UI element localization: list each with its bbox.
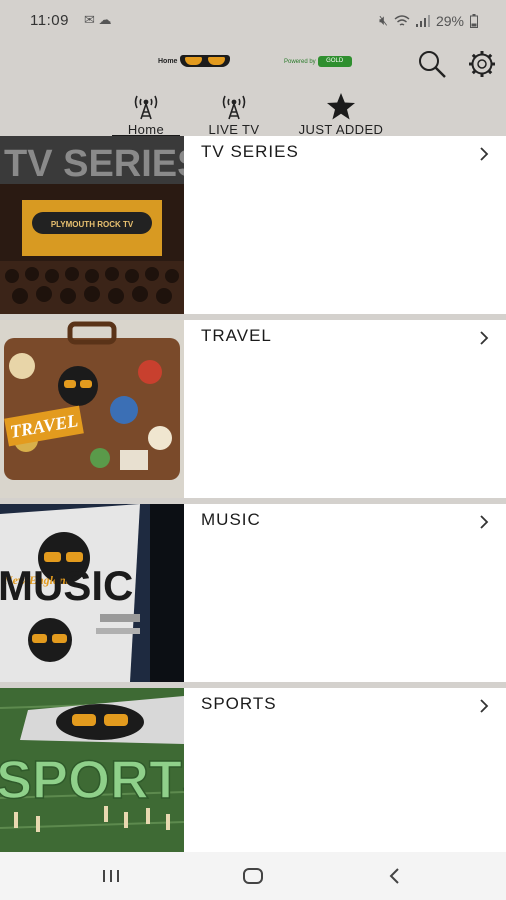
logo-text: Home (158, 57, 178, 65)
sunglasses-logo-icon (180, 55, 231, 67)
chevron-right-icon (480, 699, 489, 713)
sports-thumbnail: SPORTS (0, 688, 184, 854)
travel-thumbnail: TRAVEL (0, 320, 184, 498)
tab-just-added-label: JUST ADDED (298, 122, 384, 137)
category-title: TV SERIES (201, 142, 299, 161)
status-time: 11:09 (30, 12, 69, 29)
tab-home-label: Home (127, 122, 165, 137)
category-row-tv-series[interactable]: TV SERIES PLYMOUTH ROCK TV TV SERIES (0, 136, 506, 314)
music-thumbnail: New England MUSIC (0, 504, 184, 682)
category-row-travel[interactable]: TRAVEL TRAVEL (0, 320, 506, 498)
home-button[interactable] (238, 864, 268, 888)
gmail-icon: ✉ (84, 12, 95, 27)
antenna-icon (134, 95, 158, 120)
category-row-sports[interactable]: SPORTS SPORTS (0, 688, 506, 854)
recent-apps-icon (103, 870, 119, 882)
sponsor-text: Powered by (284, 58, 316, 65)
chevron-right-icon (480, 515, 489, 529)
settings-button[interactable] (466, 48, 498, 80)
tv-series-thumbnail: TV SERIES PLYMOUTH ROCK TV (0, 136, 184, 314)
battery-icon (470, 13, 478, 28)
sponsor-logo: Powered by GOLD (284, 56, 352, 67)
sports-thumb-text: SPORTS (0, 750, 184, 810)
sponsor-badge: GOLD (317, 56, 352, 67)
search-button[interactable] (416, 48, 448, 80)
search-icon (419, 51, 446, 78)
chevron-right-icon (480, 147, 489, 161)
gear-icon (469, 51, 495, 77)
app-logo: Home (158, 55, 231, 67)
category-row-music[interactable]: New England MUSIC MUSIC (0, 504, 506, 682)
tab-live-tv[interactable]: LIVE TV (206, 86, 262, 138)
system-nav-bar (0, 852, 506, 900)
chevron-right-icon (480, 331, 489, 345)
antenna-icon (222, 95, 246, 120)
wifi-icon (394, 14, 410, 26)
signal-icon (415, 14, 430, 27)
tab-bar: Home LIVE TV JUST ADDED (0, 86, 506, 138)
category-title: MUSIC (201, 510, 261, 529)
status-bar: 11:09 ✉ ☁ 🔇︎ 29% (0, 0, 506, 40)
star-icon (327, 93, 355, 120)
tv-series-sign-text: PLYMOUTH ROCK TV (51, 220, 134, 229)
tab-just-added[interactable]: JUST ADDED (293, 86, 389, 138)
battery-text: 29% (435, 12, 464, 29)
home-icon (243, 868, 263, 884)
back-button[interactable] (380, 864, 410, 888)
notification-icons: ✉ ☁ (84, 12, 112, 28)
tab-live-tv-label: LIVE TV (208, 122, 260, 137)
category-title: SPORTS (201, 694, 277, 713)
music-thumb-text: MUSIC (0, 562, 133, 609)
system-icons: 🔇︎ 29% (379, 12, 478, 29)
category-title: TRAVEL (201, 326, 272, 345)
mute-icon: 🔇︎ (379, 12, 388, 28)
back-icon (389, 868, 399, 884)
tab-home[interactable]: Home (112, 86, 180, 138)
app-header: Home Powered by GOLD (0, 40, 506, 84)
recent-apps-button[interactable] (96, 864, 126, 888)
tv-series-thumb-text: TV SERIES (4, 143, 184, 185)
cloud-icon: ☁ (98, 12, 112, 27)
